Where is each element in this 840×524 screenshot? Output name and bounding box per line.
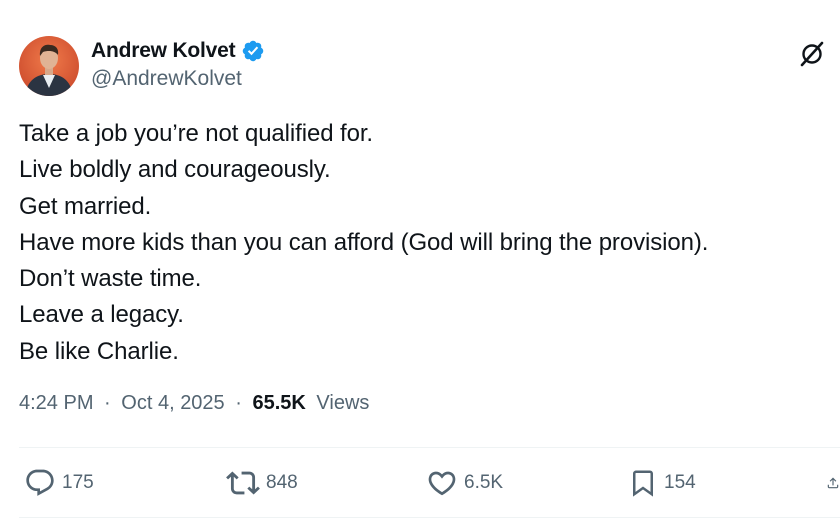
meta-separator: · xyxy=(104,392,111,414)
reply-icon xyxy=(26,469,54,496)
tweet-line: Have more kids than you can afford (God … xyxy=(19,228,709,256)
share-button[interactable] xyxy=(826,466,840,500)
author-name-row[interactable]: Andrew Kolvet xyxy=(91,37,265,65)
bookmark-button[interactable]: 154 xyxy=(628,466,696,500)
bookmark-icon xyxy=(633,470,653,497)
reply-button[interactable]: 175 xyxy=(24,466,94,500)
tweet-date[interactable]: Oct 4, 2025 xyxy=(121,392,224,414)
grok-icon[interactable] xyxy=(798,40,826,68)
tweet-text: Take a job you’re not qualified for. Liv… xyxy=(19,116,819,370)
reply-count: 175 xyxy=(62,472,94,493)
tweet-line: Leave a legacy. xyxy=(19,301,184,329)
tweet-meta: 4:24 PM · Oct 4, 2025 · 65.5K Views xyxy=(19,392,369,415)
views-label: Views xyxy=(316,392,370,414)
author-handle[interactable]: @AndrewKolvet xyxy=(91,67,242,91)
tweet-line: Live boldly and courageously. xyxy=(19,156,331,184)
repost-icon xyxy=(226,471,260,495)
meta-separator: · xyxy=(235,392,242,414)
bookmark-count: 154 xyxy=(664,472,696,493)
tweet-card: Andrew Kolvet @AndrewKolvet Take a job y… xyxy=(0,0,840,524)
divider xyxy=(19,517,840,518)
views-count: 65.5K xyxy=(252,392,306,414)
tweet-line: Don’t waste time. xyxy=(19,265,202,293)
like-button[interactable]: 6.5K xyxy=(426,466,503,500)
verified-badge-icon[interactable] xyxy=(241,39,265,63)
tweet-line: Take a job you’re not qualified for. xyxy=(19,120,373,147)
tweet-time[interactable]: 4:24 PM xyxy=(19,392,93,414)
avatar-photo xyxy=(19,36,79,96)
tweet-line: Be like Charlie. xyxy=(19,337,179,365)
repost-button[interactable]: 848 xyxy=(226,466,298,500)
share-icon xyxy=(827,477,839,489)
heart-icon xyxy=(428,471,456,496)
like-count: 6.5K xyxy=(464,472,504,493)
author-display-name[interactable]: Andrew Kolvet xyxy=(91,39,236,63)
divider xyxy=(19,447,840,448)
avatar[interactable] xyxy=(19,36,79,96)
tweet-line: Get married. xyxy=(19,192,152,220)
repost-count: 848 xyxy=(266,472,298,493)
